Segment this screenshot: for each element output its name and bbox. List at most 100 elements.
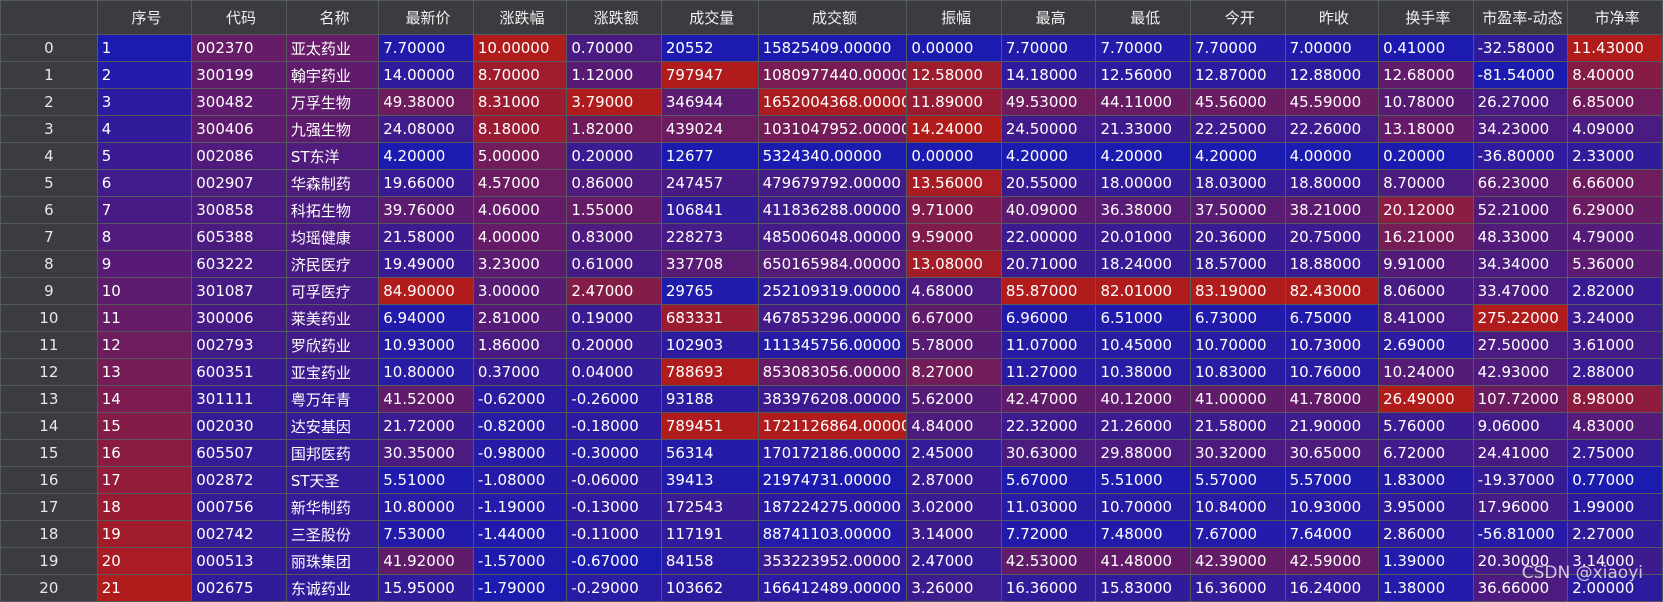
column-header[interactable]: 名称: [285, 0, 380, 35]
table-cell[interactable]: 002742: [191, 520, 287, 548]
row-index-cell[interactable]: 9: [0, 277, 98, 305]
row-index-cell[interactable]: 1: [0, 61, 98, 89]
table-cell[interactable]: -56.81000: [1472, 520, 1569, 548]
table-cell[interactable]: -0.13000: [566, 493, 662, 521]
table-cell[interactable]: 7.72000: [1000, 520, 1097, 548]
table-cell[interactable]: 15.83000: [1095, 574, 1192, 602]
table-cell[interactable]: 6.96000: [1000, 304, 1097, 332]
table-cell[interactable]: 24.50000: [1000, 115, 1097, 143]
table-cell[interactable]: 42.53000: [1000, 547, 1097, 575]
table-cell[interactable]: 34.23000: [1472, 115, 1569, 143]
table-cell[interactable]: 8.98000: [1567, 385, 1663, 413]
table-cell[interactable]: 21.58000: [1190, 412, 1286, 440]
table-cell[interactable]: 11.03000: [1000, 493, 1097, 521]
table-cell[interactable]: -0.98000: [472, 439, 568, 467]
table-row[interactable]: 14 15 002030 达安基因 21.72000 -0.82000 -0.18000 78…: [0, 412, 1663, 440]
table-cell[interactable]: -0.29000: [566, 574, 662, 602]
table-cell[interactable]: 4.20000: [1000, 142, 1097, 170]
table-cell[interactable]: 18.00000: [1095, 169, 1192, 197]
table-cell[interactable]: 翰宇药业: [285, 61, 380, 89]
table-cell[interactable]: 111345756.00000: [757, 331, 908, 359]
table-cell[interactable]: -0.67000: [566, 547, 662, 575]
table-cell[interactable]: 莱美药业: [285, 304, 380, 332]
table-cell[interactable]: 7.00000: [1284, 34, 1380, 62]
table-cell[interactable]: 2.75000: [1567, 439, 1663, 467]
column-header[interactable]: 最新价: [378, 0, 474, 35]
table-cell[interactable]: -1.44000: [472, 520, 568, 548]
table-cell[interactable]: -0.06000: [566, 466, 662, 494]
table-cell[interactable]: -32.58000: [1472, 34, 1569, 62]
table-cell[interactable]: 7.70000: [1190, 34, 1286, 62]
table-cell[interactable]: -81.54000: [1472, 61, 1569, 89]
table-row[interactable]: 17 18 000756 新华制药 10.80000 -1.19000 -0.13000 17…: [0, 493, 1663, 521]
table-cell[interactable]: -0.18000: [566, 412, 662, 440]
table-cell[interactable]: 14.18000: [1000, 61, 1097, 89]
table-cell[interactable]: 301111: [191, 385, 287, 413]
table-cell[interactable]: 18.24000: [1095, 250, 1192, 278]
table-cell[interactable]: 29.88000: [1095, 439, 1192, 467]
table-cell[interactable]: 8.40000: [1567, 61, 1663, 89]
table-cell[interactable]: 45.56000: [1190, 88, 1286, 116]
row-index-cell[interactable]: 4: [0, 142, 98, 170]
table-cell[interactable]: 0.61000: [566, 250, 662, 278]
table-cell[interactable]: 20.71000: [1000, 250, 1097, 278]
table-cell[interactable]: 002675: [191, 574, 287, 602]
table-cell[interactable]: 603222: [191, 250, 287, 278]
row-index-cell[interactable]: 20: [0, 574, 98, 602]
table-cell[interactable]: 12: [96, 331, 193, 359]
table-cell[interactable]: 21974731.00000: [757, 466, 908, 494]
table-cell[interactable]: 346944: [660, 88, 759, 116]
table-cell[interactable]: 0.20000: [566, 142, 662, 170]
table-cell[interactable]: 2.88000: [1567, 358, 1663, 386]
table-cell[interactable]: 22.25000: [1190, 115, 1286, 143]
column-header[interactable]: 代码: [191, 0, 287, 35]
table-cell[interactable]: 247457: [660, 169, 759, 197]
table-cell[interactable]: 1721126864.00000: [757, 412, 908, 440]
table-cell[interactable]: 0.37000: [472, 358, 568, 386]
table-cell[interactable]: 国邦医药: [285, 439, 380, 467]
table-cell[interactable]: 4.09000: [1567, 115, 1663, 143]
table-cell[interactable]: 41.48000: [1095, 547, 1192, 575]
table-cell[interactable]: 10.93000: [1284, 493, 1380, 521]
table-cell[interactable]: ST天圣: [285, 466, 380, 494]
row-index-cell[interactable]: 12: [0, 358, 98, 386]
table-cell[interactable]: 49.53000: [1000, 88, 1097, 116]
table-cell[interactable]: 三圣股份: [285, 520, 380, 548]
table-cell[interactable]: 7.70000: [1095, 34, 1192, 62]
table-cell[interactable]: 3.23000: [472, 250, 568, 278]
table-cell[interactable]: 1.12000: [566, 61, 662, 89]
table-cell[interactable]: 九强生物: [285, 115, 380, 143]
table-cell[interactable]: 11: [96, 304, 193, 332]
table-cell[interactable]: 41.00000: [1190, 385, 1286, 413]
table-cell[interactable]: 37.50000: [1190, 196, 1286, 224]
table-cell[interactable]: 48.33000: [1472, 223, 1569, 251]
table-cell[interactable]: 10.70000: [1190, 331, 1286, 359]
table-cell[interactable]: 13: [96, 358, 193, 386]
table-cell[interactable]: 26.49000: [1378, 385, 1474, 413]
table-cell[interactable]: 4.00000: [1284, 142, 1380, 170]
table-cell[interactable]: 002030: [191, 412, 287, 440]
table-cell[interactable]: 4.20000: [1095, 142, 1192, 170]
table-cell[interactable]: 1031047952.00000: [757, 115, 908, 143]
table-cell[interactable]: 4.06000: [472, 196, 568, 224]
table-cell[interactable]: 42.47000: [1000, 385, 1097, 413]
table-cell[interactable]: 5.57000: [1284, 466, 1380, 494]
row-index-cell[interactable]: 18: [0, 520, 98, 548]
table-cell[interactable]: 66.23000: [1472, 169, 1569, 197]
table-cell[interactable]: 337708: [660, 250, 759, 278]
table-row[interactable]: 19 20 000513 丽珠集团 41.92000 -1.57000 -0.67000 84…: [0, 547, 1663, 575]
table-cell[interactable]: 5324340.00000: [757, 142, 908, 170]
table-cell[interactable]: 467853296.00000: [757, 304, 908, 332]
table-cell[interactable]: 18.88000: [1284, 250, 1380, 278]
column-header[interactable]: 成交量: [660, 0, 759, 35]
table-cell[interactable]: 7.64000: [1284, 520, 1380, 548]
table-row[interactable]: 16 17 002872 ST天圣 5.51000 -1.08000 -0.06000 394…: [0, 466, 1663, 494]
column-header[interactable]: 振幅: [906, 0, 1002, 35]
table-cell[interactable]: 8.27000: [906, 358, 1002, 386]
table-cell[interactable]: 2.87000: [906, 466, 1002, 494]
table-cell[interactable]: 21.90000: [1284, 412, 1380, 440]
table-cell[interactable]: 82.43000: [1284, 277, 1380, 305]
table-cell[interactable]: 5.36000: [1567, 250, 1663, 278]
table-cell[interactable]: 9.71000: [906, 196, 1002, 224]
table-cell[interactable]: 24.08000: [378, 115, 474, 143]
